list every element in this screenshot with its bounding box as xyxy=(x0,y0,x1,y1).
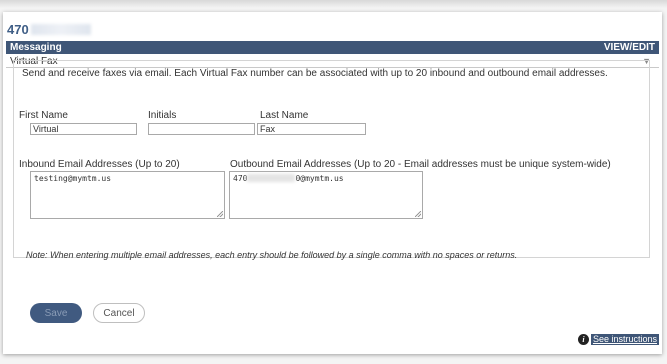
top-strip xyxy=(0,0,667,8)
view-edit-link[interactable]: VIEW/EDIT xyxy=(604,42,655,53)
last-name-label: Last Name xyxy=(260,110,309,121)
note-text: Note: When entering multiple email addre… xyxy=(26,250,518,260)
cancel-button[interactable]: Cancel xyxy=(93,303,145,323)
intro-text: Send and receive faxes via email. Each V… xyxy=(22,68,608,79)
info-icon: i xyxy=(577,334,589,345)
resize-handle-icon[interactable] xyxy=(415,211,421,217)
see-instructions-link[interactable]: See instructions xyxy=(590,334,659,345)
phone-number-redaction xyxy=(30,24,91,35)
phone-number-prefix: 470 xyxy=(7,22,29,37)
form-container: Send and receive faxes via email. Each V… xyxy=(13,60,650,258)
inbound-email-label: Inbound Email Addresses (Up to 20) xyxy=(19,159,180,170)
outbound-email-textarea[interactable]: 470 0@mymtm.us xyxy=(229,171,423,219)
outbound-email-suffix: 0@mymtm.us xyxy=(295,174,344,183)
outbound-email-prefix: 470 xyxy=(233,174,248,183)
initials-field[interactable] xyxy=(148,123,255,135)
initials-label: Initials xyxy=(148,110,177,121)
save-button[interactable]: Save xyxy=(30,303,82,323)
outbound-email-redaction xyxy=(247,174,296,182)
phone-number-title: 470 xyxy=(7,22,91,37)
first-name-label: First Name xyxy=(19,110,68,121)
resize-handle-icon[interactable] xyxy=(217,211,223,217)
section-header-bar: Messaging VIEW/EDIT xyxy=(6,41,659,54)
last-name-field[interactable] xyxy=(257,123,366,135)
inbound-email-textarea[interactable]: testing@mymtm.us xyxy=(30,171,225,219)
header-title: Messaging xyxy=(10,42,62,53)
first-name-field[interactable] xyxy=(30,123,137,135)
outbound-email-label: Outbound Email Addresses (Up to 20 - Ema… xyxy=(230,159,611,170)
inbound-email-value: testing@mymtm.us xyxy=(34,174,112,183)
instructions-link-group[interactable]: i See instructions xyxy=(577,334,659,345)
